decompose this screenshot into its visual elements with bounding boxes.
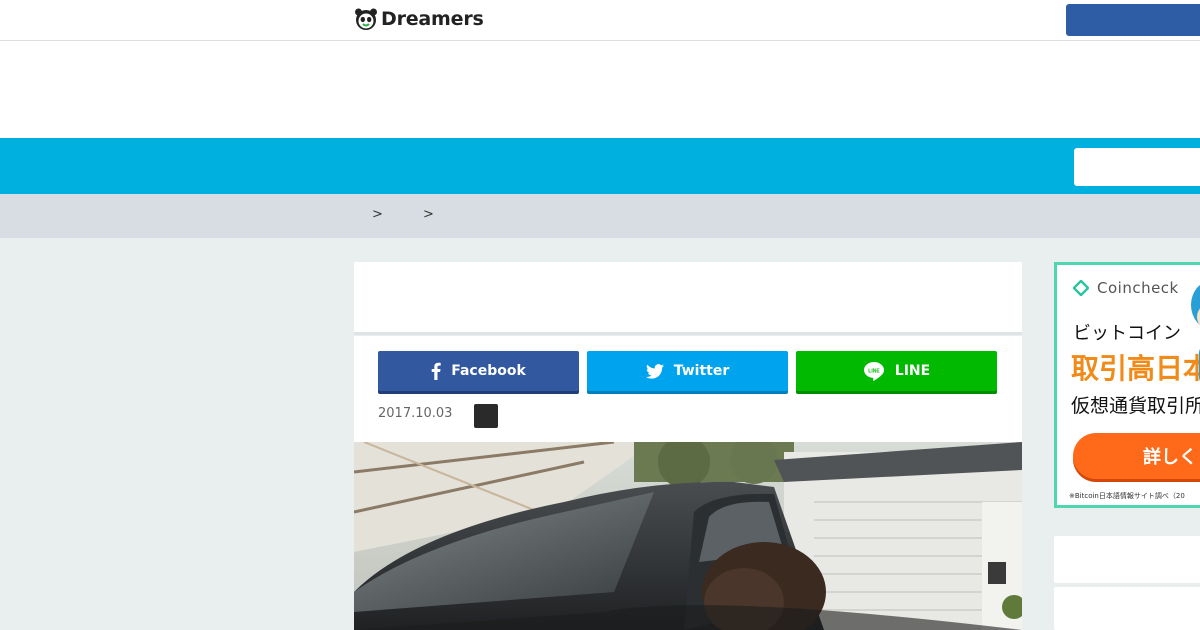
article-hero-image bbox=[354, 442, 1022, 630]
site-header bbox=[0, 0, 1200, 41]
header-action-button[interactable] bbox=[1066, 4, 1200, 36]
article-title-card bbox=[354, 262, 1022, 335]
site-logo[interactable]: Dreamers bbox=[354, 6, 484, 32]
post-date: 2017.10.03 bbox=[378, 406, 453, 421]
ad-headline-1: ビットコイン bbox=[1073, 323, 1181, 344]
ad-headline-2: 取引高日本 bbox=[1071, 352, 1200, 385]
breadcrumb-separator: > bbox=[372, 207, 383, 222]
line-share-label: LINE bbox=[894, 363, 931, 379]
coincheck-ad-banner[interactable]: Coincheck ビットコイン 取引高日本 仮想通貨取引所 詳しく ※Bitc… bbox=[1054, 262, 1200, 508]
search-input[interactable] bbox=[1074, 148, 1200, 186]
ad-details-label: 詳しく bbox=[1143, 447, 1197, 468]
logo-text: Dreamers bbox=[381, 8, 484, 30]
ad-details-button[interactable]: 詳しく bbox=[1073, 433, 1200, 479]
facebook-share-label: Facebook bbox=[451, 363, 526, 379]
mascot-illustration bbox=[1185, 275, 1200, 395]
line-icon: LINE bbox=[863, 361, 885, 381]
breadcrumb bbox=[0, 194, 1200, 238]
sidebar-widget bbox=[1054, 536, 1200, 583]
global-nav-bar bbox=[0, 138, 1200, 194]
breadcrumb-separator: > bbox=[423, 207, 434, 222]
svg-text:LINE: LINE bbox=[868, 369, 880, 375]
coincheck-brand: Coincheck bbox=[1072, 279, 1179, 297]
twitter-share-button[interactable]: Twitter bbox=[587, 351, 788, 391]
twitter-share-label: Twitter bbox=[673, 363, 730, 379]
top-ad-area bbox=[0, 41, 1200, 138]
ad-footnote: ※Bitcoin日本語情報サイト調べ（20 bbox=[1069, 492, 1185, 500]
ad-headline-3: 仮想通貨取引所 bbox=[1071, 395, 1200, 417]
panda-icon bbox=[354, 7, 378, 31]
twitter-bird-icon bbox=[645, 363, 664, 379]
facebook-icon bbox=[431, 362, 441, 380]
coincheck-brand-text: Coincheck bbox=[1097, 279, 1179, 297]
category-badge[interactable] bbox=[474, 404, 498, 428]
sidebar-widget bbox=[1054, 587, 1200, 630]
coincheck-logo-icon bbox=[1072, 279, 1090, 297]
line-share-button[interactable]: LINE LINE bbox=[796, 351, 997, 391]
facebook-share-button[interactable]: Facebook bbox=[378, 351, 579, 391]
